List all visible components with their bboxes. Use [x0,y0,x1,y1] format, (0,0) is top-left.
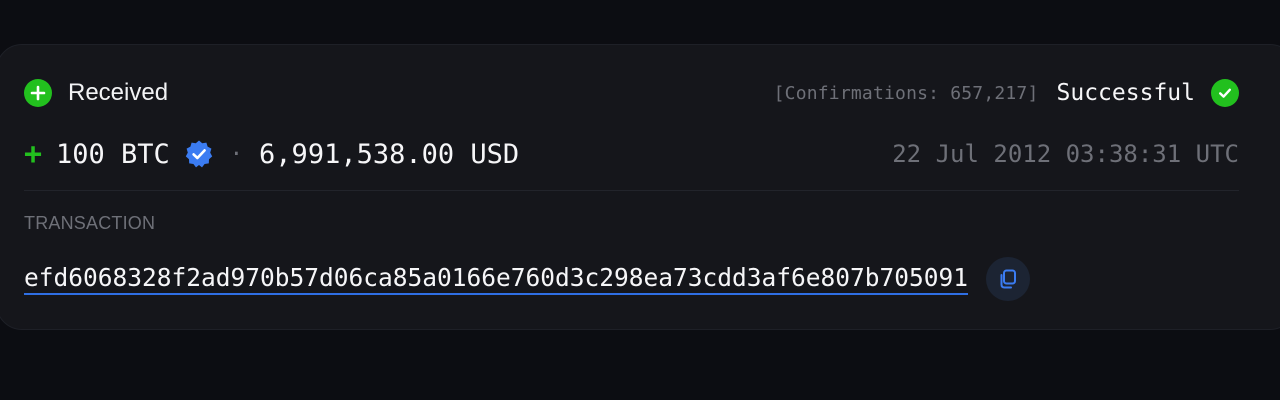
btc-amount: 100 BTC [56,138,170,170]
copy-button[interactable] [986,257,1031,301]
usd-value: 6,991,538.00 USD [259,138,520,170]
separator-dot: · [229,141,244,167]
amount-sign: + [24,136,43,172]
amount-row: + 100 BTC · 6,991,538.00 USD 22 Jul 2012… [24,136,1239,172]
transaction-timestamp: 22 Jul 2012 03:38:31 UTC [892,140,1239,168]
divider [24,190,1239,191]
transaction-section-label: TRANSACTION [24,213,156,233]
check-circle-icon [1211,79,1239,107]
confirmations-count: [Confirmations: 657,217] [773,82,1039,104]
plus-circle-icon [24,79,52,107]
status-label: Successful [1056,80,1195,106]
transaction-card: Received [Confirmations: 657,217] Succes… [0,44,1280,330]
copy-icon [1000,269,1017,289]
direction-label: Received [68,79,169,106]
transaction-header-row: Received [Confirmations: 657,217] Succes… [24,78,1239,108]
verified-badge-icon [185,140,212,168]
transaction-hash-link[interactable]: efd6068328f2ad970b57d06ca85a0166e760d3c2… [24,263,969,295]
transaction-hash-row: efd6068328f2ad970b57d06ca85a0166e760d3c2… [24,257,1031,301]
